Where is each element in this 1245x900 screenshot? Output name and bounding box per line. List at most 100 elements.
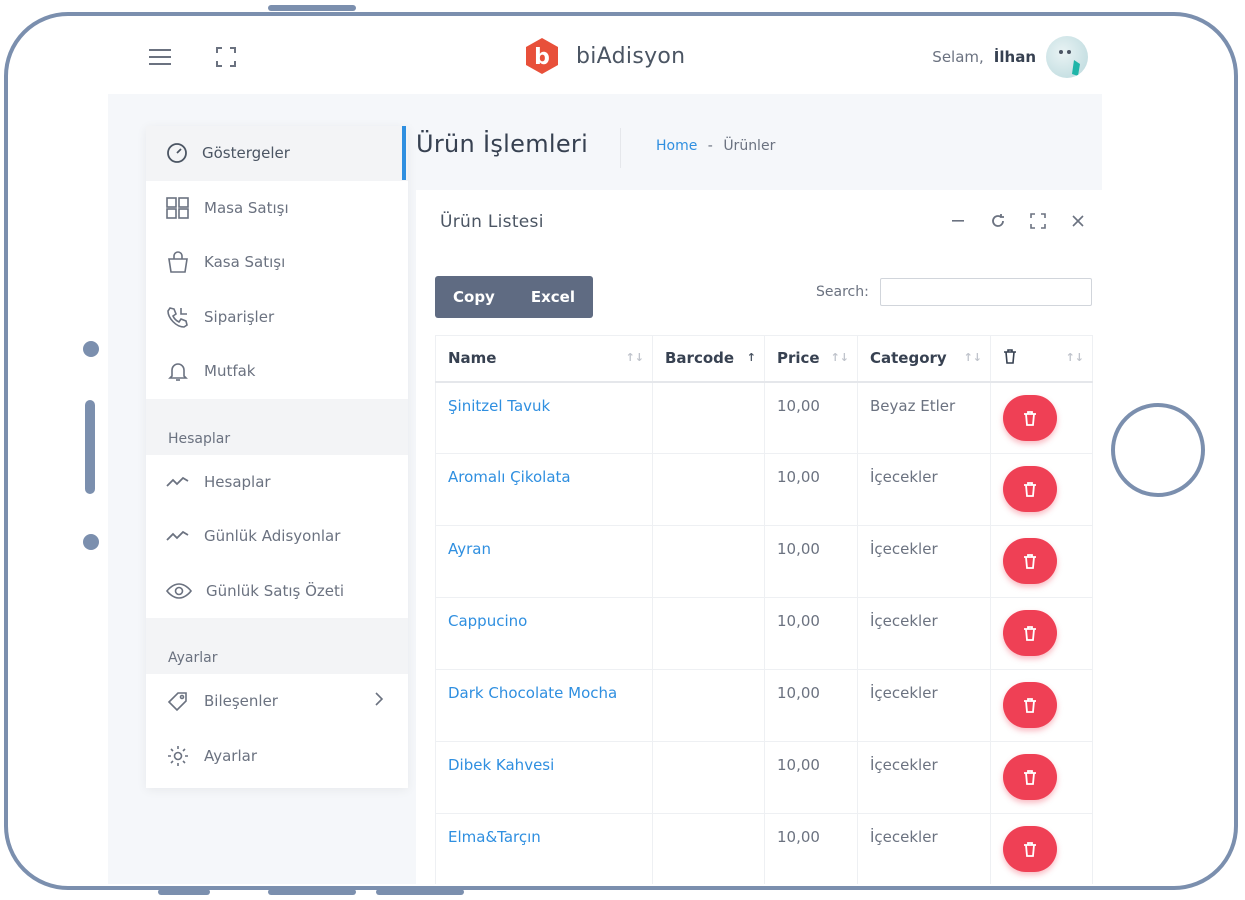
export-button-group: Copy Excel xyxy=(435,276,593,318)
speaker-slot xyxy=(85,400,95,494)
power-button xyxy=(268,5,356,11)
sidebar-item-table-sales[interactable]: Masa Satışı xyxy=(146,181,408,236)
product-name-link[interactable]: Elma&Tarçın xyxy=(435,813,653,884)
home-button xyxy=(1111,403,1205,497)
product-price: 10,00 xyxy=(764,813,858,884)
chevron-right-icon xyxy=(374,692,384,710)
minimize-icon[interactable] xyxy=(948,210,968,232)
breadcrumb-home-link[interactable]: Home xyxy=(656,138,697,154)
table-row: Ayran 10,00 İçecekler xyxy=(435,525,1093,598)
delete-button[interactable] xyxy=(1003,538,1057,584)
search-input[interactable] xyxy=(880,278,1092,306)
row-actions xyxy=(990,453,1093,526)
active-indicator xyxy=(402,126,406,180)
expand-icon[interactable] xyxy=(1028,210,1048,232)
delete-button[interactable] xyxy=(1003,754,1057,800)
sidebar-item-cashier-sales[interactable]: Kasa Satışı xyxy=(146,235,408,290)
product-name-link[interactable]: Aromalı Çikolata xyxy=(435,453,653,526)
table-row: Şinitzel Tavuk 10,00 Beyaz Etler xyxy=(435,381,1093,454)
product-name-link[interactable]: Dark Chocolate Mocha xyxy=(435,669,653,742)
product-name-link[interactable]: Dibek Kahvesi xyxy=(435,741,653,814)
row-actions xyxy=(990,813,1093,884)
product-barcode xyxy=(652,741,765,814)
delete-button[interactable] xyxy=(1003,682,1057,728)
row-actions xyxy=(990,597,1093,670)
menu-icon[interactable] xyxy=(146,44,174,70)
sidebar-item-components[interactable]: Bileşenler xyxy=(146,674,408,729)
sidebar-item-settings[interactable]: Ayarlar xyxy=(146,729,408,784)
fullscreen-icon[interactable] xyxy=(212,44,240,70)
product-barcode xyxy=(652,669,765,742)
gauge-icon xyxy=(167,143,187,164)
bottom-edge-button xyxy=(158,889,210,895)
product-name-link[interactable]: Şinitzel Tavuk xyxy=(435,381,653,454)
product-price: 10,00 xyxy=(764,741,858,814)
excel-button[interactable]: Excel xyxy=(513,276,593,318)
product-category: İçecekler xyxy=(857,453,991,526)
trash-icon xyxy=(1024,842,1036,857)
product-category: İçecekler xyxy=(857,813,991,884)
trash-icon xyxy=(1024,410,1036,426)
search-label: Search: xyxy=(816,284,869,300)
breadcrumb-current: Ürünler xyxy=(723,138,776,154)
user-menu[interactable]: Selam, İlhan xyxy=(932,36,1088,78)
trash-icon xyxy=(1024,482,1036,497)
user-name: İlhan xyxy=(993,48,1036,66)
trash-icon xyxy=(1024,698,1036,713)
row-actions xyxy=(990,741,1093,814)
breadcrumb-separator: - xyxy=(707,138,713,154)
delete-button[interactable] xyxy=(1003,826,1057,872)
sidebar-item-dashboard[interactable]: Göstergeler xyxy=(146,126,408,181)
product-price: 10,00 xyxy=(764,525,858,598)
sidebar-section-accounts: Hesaplar xyxy=(146,398,408,455)
sidebar: Göstergeler Masa Satışı Kasa Satışı Sipa… xyxy=(146,126,408,788)
refresh-icon[interactable] xyxy=(988,210,1008,232)
sidebar-item-daily-sales-summary[interactable]: Günlük Satış Özeti xyxy=(146,564,408,619)
brand-name: biAdisyon xyxy=(576,43,686,69)
phone-icon xyxy=(167,306,188,328)
table-row: Cappucino 10,00 İçecekler xyxy=(435,597,1093,670)
camera-dot xyxy=(83,341,99,357)
row-actions xyxy=(990,381,1093,454)
panel-title: Ürün Listesi xyxy=(440,212,544,232)
sidebar-item-label: Bileşenler xyxy=(204,692,278,711)
sidebar-item-accounts[interactable]: Hesaplar xyxy=(146,455,408,510)
sidebar-item-daily-bills[interactable]: Günlük Adisyonlar xyxy=(146,509,408,564)
copy-button[interactable]: Copy xyxy=(435,276,513,318)
brand: b biAdisyon xyxy=(522,36,685,76)
product-name-link[interactable]: Cappucino xyxy=(435,597,653,670)
page-title: Ürün İşlemleri xyxy=(416,130,589,158)
trend-icon xyxy=(166,531,189,541)
product-price: 10,00 xyxy=(764,453,858,526)
column-header-label: Name xyxy=(448,349,497,368)
sidebar-item-label: Kasa Satışı xyxy=(204,253,286,272)
column-header-delete[interactable]: ↑↓ xyxy=(990,335,1093,383)
table-header-row: Name ↑↓ Barcode ↑ Price ↑↓ Category ↑↓ ↑↓ xyxy=(435,335,1093,383)
delete-button[interactable] xyxy=(1003,394,1057,441)
column-header-price[interactable]: Price ↑↓ xyxy=(764,335,858,383)
product-barcode xyxy=(652,597,765,670)
sidebar-item-kitchen[interactable]: Mutfak xyxy=(146,344,408,399)
sort-icon: ↑↓ xyxy=(1065,351,1084,364)
delete-button[interactable] xyxy=(1003,610,1057,656)
column-header-barcode[interactable]: Barcode ↑ xyxy=(652,335,765,383)
avatar[interactable] xyxy=(1046,36,1088,78)
sidebar-item-label: Ayarlar xyxy=(204,746,258,765)
delete-button[interactable] xyxy=(1003,466,1057,512)
column-header-category[interactable]: Category ↑↓ xyxy=(857,335,991,383)
trash-icon xyxy=(1024,770,1036,785)
sidebar-item-label: Göstergeler xyxy=(202,144,290,163)
bottom-edge-button xyxy=(268,889,356,895)
sidebar-item-orders[interactable]: Siparişler xyxy=(146,290,408,345)
column-header-name[interactable]: Name ↑↓ xyxy=(435,335,653,383)
sort-asc-icon: ↑ xyxy=(746,351,756,364)
trash-icon xyxy=(1024,554,1036,569)
device-mockup: b biAdisyon Selam, İlhan Göstergeler Mas… xyxy=(0,0,1245,900)
row-actions xyxy=(990,669,1093,742)
table-row: Dibek Kahvesi 10,00 İçecekler xyxy=(435,741,1093,814)
product-name-link[interactable]: Ayran xyxy=(435,525,653,598)
table-row: Dark Chocolate Mocha 10,00 İçecekler xyxy=(435,669,1093,742)
close-icon[interactable] xyxy=(1068,210,1088,232)
sidebar-item-label: Siparişler xyxy=(204,307,275,326)
product-category: Beyaz Etler xyxy=(857,381,991,454)
